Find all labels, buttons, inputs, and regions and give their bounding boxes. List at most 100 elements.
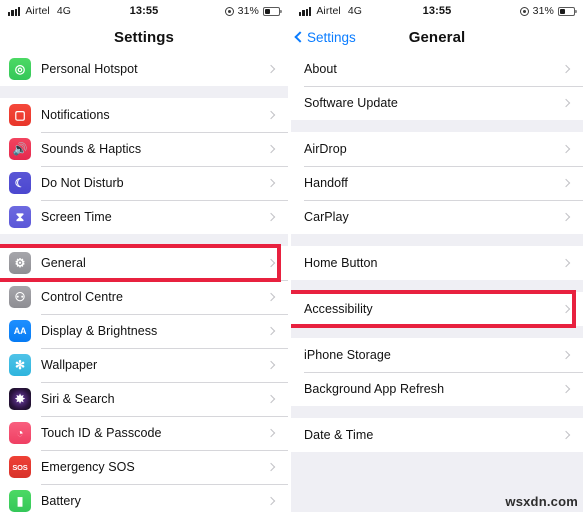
chevron-right-icon: [561, 98, 571, 108]
list-item[interactable]: 🔊 Sounds & Haptics: [0, 132, 288, 166]
list-item-label: Battery: [41, 494, 81, 508]
list-item-label: Control Centre: [41, 290, 123, 304]
cellular-signal-icon: [299, 6, 312, 16]
list-item[interactable]: SOS Emergency SOS: [0, 450, 288, 484]
list-item-label: Wallpaper: [41, 358, 98, 372]
list-item[interactable]: AirDrop: [291, 132, 583, 166]
chevron-right-icon: [266, 360, 276, 370]
list-item[interactable]: ▮ Battery: [0, 484, 288, 512]
carrier-label: Airtel: [316, 5, 341, 17]
chevron-right-icon: [266, 212, 276, 222]
icon-glyph: ⚙: [14, 256, 26, 270]
icon-glyph: ▮: [16, 494, 24, 508]
list-item-label: Sounds & Haptics: [41, 142, 142, 156]
list-item[interactable]: ⚇ Control Centre: [0, 280, 288, 314]
list-section: iPhone Storage Background App Refresh: [291, 338, 583, 406]
battery-icon: [558, 6, 577, 16]
list-item-label: Screen Time: [41, 210, 112, 224]
network-type-label: 4G: [56, 5, 72, 17]
list-item[interactable]: Accessibility: [291, 292, 583, 326]
list-item-label: Display & Brightness: [41, 324, 158, 338]
navigation-bar-left: Settings: [0, 22, 288, 52]
list-section: ⚙ General ⚇ Control Centre AA Display & Brigh…: [0, 246, 288, 512]
list-section: Home Button: [291, 246, 583, 280]
carrier-label: Airtel: [25, 5, 50, 17]
status-bar-right-cluster: 31%: [224, 5, 282, 17]
watermark-label: wsxdn.com: [505, 494, 578, 509]
icon-glyph: ▢: [14, 108, 26, 122]
general-list[interactable]: About Software Update AirDrop Handoff CarPla…: [291, 52, 583, 452]
list-item[interactable]: ◔ Touch ID & Passcode: [0, 416, 288, 450]
emergency-sos-icon: SOS: [9, 456, 31, 478]
status-bar-right: Airtel 4G 13:55 31%: [291, 0, 583, 22]
settings-list[interactable]: ◎ Personal Hotspot ▢ Notifications 🔊 Sounds &…: [0, 52, 288, 512]
list-item[interactable]: ✸ Siri & Search: [0, 382, 288, 416]
list-item[interactable]: ✻ Wallpaper: [0, 348, 288, 382]
list-item[interactable]: About: [291, 52, 583, 86]
chevron-right-icon: [266, 258, 276, 268]
list-item-label: Software Update: [304, 96, 398, 110]
icon-glyph: ◔: [16, 426, 24, 440]
chevron-right-icon: [561, 144, 571, 154]
list-item[interactable]: iPhone Storage: [291, 338, 583, 372]
icon-glyph: ✸: [14, 392, 26, 406]
back-button-label: Settings: [307, 29, 356, 45]
list-section-gap: [291, 326, 583, 338]
status-bar-right-cluster-2: 31%: [519, 5, 577, 17]
chevron-right-icon: [266, 110, 276, 120]
list-item[interactable]: AA Display & Brightness: [0, 314, 288, 348]
list-item[interactable]: ▢ Notifications: [0, 98, 288, 132]
list-item[interactable]: CarPlay: [291, 200, 583, 234]
chevron-right-icon: [266, 64, 276, 74]
list-item[interactable]: ◎ Personal Hotspot: [0, 52, 288, 86]
list-item[interactable]: Handoff: [291, 166, 583, 200]
list-section-gap: [0, 86, 288, 98]
list-item-label: Home Button: [304, 256, 378, 270]
back-button[interactable]: Settings: [291, 30, 356, 45]
chevron-left-icon: [294, 31, 306, 43]
battery-percent-label: 31%: [532, 5, 554, 17]
list-item-label: Notifications: [41, 108, 110, 122]
icon-glyph: SOS: [12, 462, 28, 472]
navigation-bar-right: Settings General: [291, 22, 583, 52]
settings-screen: Airtel 4G 13:55 31% Settings ◎ Personal H…: [0, 0, 288, 512]
list-item-label: Accessibility: [304, 302, 373, 316]
list-section: Accessibility: [291, 292, 583, 326]
chevron-right-icon: [266, 292, 276, 302]
icon-glyph: AA: [13, 326, 27, 336]
status-bar-left: Airtel 4G 13:55 31%: [0, 0, 288, 22]
list-item[interactable]: ⧗ Screen Time: [0, 200, 288, 234]
location-services-icon: [224, 6, 234, 16]
chevron-right-icon: [561, 178, 571, 188]
list-item-label: General: [41, 256, 86, 270]
status-bar-left-cluster-2: Airtel 4G: [299, 5, 362, 17]
chevron-right-icon: [561, 350, 571, 360]
list-item-label: Background App Refresh: [304, 382, 445, 396]
icon-glyph: ⧗: [15, 210, 25, 224]
list-item[interactable]: Software Update: [291, 86, 583, 120]
list-item[interactable]: Date & Time: [291, 418, 583, 452]
list-section-gap: [0, 234, 288, 246]
chevron-right-icon: [266, 144, 276, 154]
list-section: Date & Time: [291, 418, 583, 452]
screen-time-icon: ⧗: [9, 206, 31, 228]
chevron-right-icon: [266, 496, 276, 506]
chevron-right-icon: [266, 462, 276, 472]
general-icon: ⚙: [9, 252, 31, 274]
siri-search-icon: ✸: [9, 388, 31, 410]
list-item-label: Emergency SOS: [41, 460, 135, 474]
battery-settings-icon: ▮: [9, 490, 31, 512]
chevron-right-icon: [561, 64, 571, 74]
chevron-right-icon: [266, 394, 276, 404]
list-item[interactable]: Background App Refresh: [291, 372, 583, 406]
list-item[interactable]: ☾ Do Not Disturb: [0, 166, 288, 200]
list-item[interactable]: ⚙ General: [0, 246, 288, 280]
list-item[interactable]: Home Button: [291, 246, 583, 280]
general-screen: Airtel 4G 13:55 31% Settings General Abo…: [291, 0, 583, 512]
list-item-label: Touch ID & Passcode: [41, 426, 162, 440]
list-section: AirDrop Handoff CarPlay: [291, 132, 583, 234]
list-item-label: iPhone Storage: [304, 348, 391, 362]
location-services-icon: [519, 6, 529, 16]
cellular-signal-icon: [8, 6, 21, 16]
list-item-label: AirDrop: [304, 142, 347, 156]
